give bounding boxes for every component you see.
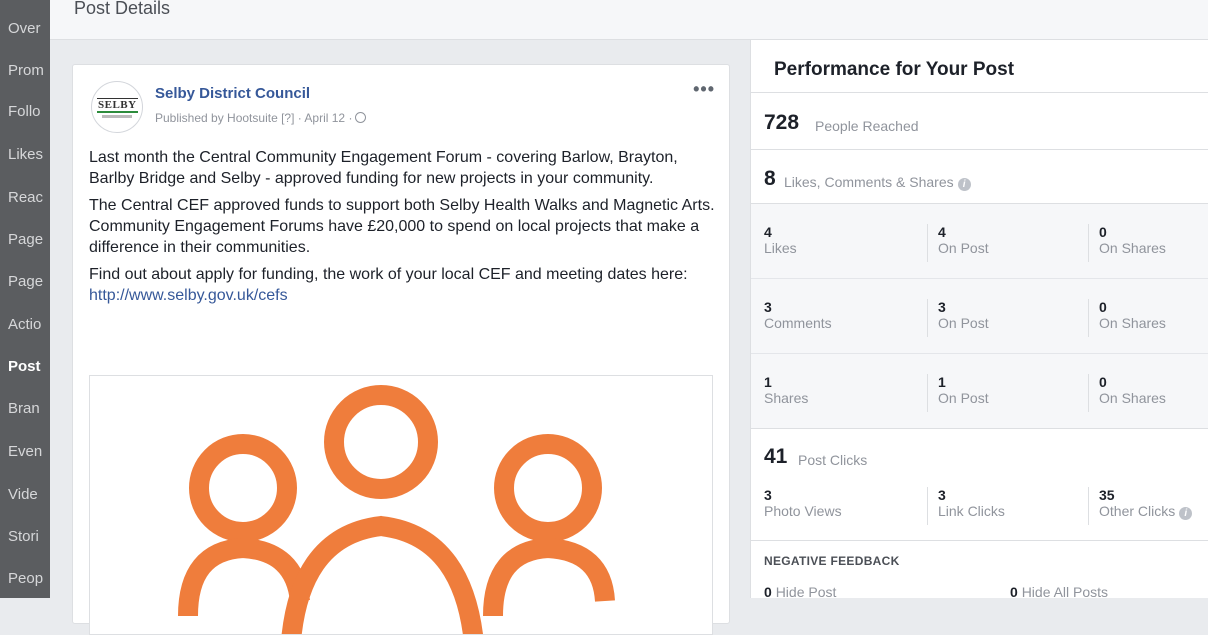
avatar-logo-text: SELBY [97, 98, 138, 113]
likes-total-value: 4 [764, 224, 772, 240]
globe-icon [355, 112, 367, 123]
shares-total-cell: 1 Shares [764, 374, 808, 407]
page-header: Post Details [50, 0, 1208, 40]
sidebar-item-posts[interactable]: Post [8, 358, 41, 375]
page-avatar[interactable]: SELBY [91, 81, 143, 133]
sidebar-item-promotions[interactable]: Prom [8, 62, 44, 79]
comments-on-post-cell: 3 On Post [927, 299, 989, 337]
post-link[interactable]: http://www.selby.gov.uk/cefs [89, 287, 288, 304]
sidebar-item-reach[interactable]: Reac [8, 189, 43, 206]
other-clicks-label-wrap: Other Clicks i [1099, 503, 1193, 520]
post-card: SELBY Selby District Council Published b… [72, 64, 730, 635]
engagement-value: 8 [764, 167, 776, 190]
more-options-button[interactable]: ••• [693, 79, 715, 100]
comments-on-post-label: On Post [938, 315, 989, 331]
link-clicks-label: Link Clicks [938, 503, 1005, 519]
photo-views-value: 3 [764, 487, 772, 503]
shares-on-post-value: 1 [938, 374, 946, 390]
sidebar-item-events[interactable]: Even [8, 443, 42, 460]
sidebar-item-actions[interactable]: Actio [8, 316, 41, 333]
person-head-right [494, 434, 602, 542]
person-head-center [324, 385, 438, 499]
likes-breakdown-row: 4 Likes 4 On Post 0 On Shares [751, 204, 1208, 279]
post-paragraph: Last month the Central Community Engagem… [89, 149, 678, 187]
comments-on-shares-cell: 0 On Shares [1088, 299, 1166, 337]
info-icon[interactable]: i [957, 178, 971, 191]
other-clicks-cell: 35 Other Clicks i [1088, 487, 1193, 525]
post-meta-text: Published by Hootsuite [?] · April 12 · [155, 111, 353, 125]
person-body-right [483, 537, 615, 617]
people-reached-label: People Reached [815, 118, 919, 134]
post-paragraph-text: Find out about apply for funding, the wo… [89, 266, 688, 283]
sidebar-item-people[interactable]: Peop [8, 570, 43, 587]
comments-total-label: Comments [764, 315, 832, 331]
other-clicks-value: 35 [1099, 487, 1115, 503]
shares-on-shares-label: On Shares [1099, 390, 1166, 406]
comments-on-post-value: 3 [938, 299, 946, 315]
info-icon[interactable]: i [1179, 507, 1193, 520]
sidebar-item-branded-content[interactable]: Bran [8, 400, 40, 417]
shares-on-post-cell: 1 On Post [927, 374, 989, 412]
engagement-row: 8 Likes, Comments & Shares i [751, 150, 1208, 204]
post-clicks-section: 41 Post Clicks 3 Photo Views 3 Link Clicks… [751, 429, 1208, 541]
shares-on-shares-value: 0 [1099, 374, 1107, 390]
link-clicks-cell: 3 Link Clicks [927, 487, 1005, 525]
engagement-label: Likes, Comments & Shares [784, 174, 954, 190]
photo-views-label: Photo Views [764, 503, 842, 519]
post-paragraph: The Central CEF approved funds to suppor… [89, 197, 715, 256]
people-reached-row: 728 People Reached [751, 94, 1208, 150]
post-body: Last month the Central Community Engagem… [89, 147, 719, 312]
post-clicks-label: Post Clicks [798, 452, 868, 468]
sidebar-item-page-previews[interactable]: Page [8, 273, 43, 290]
other-clicks-label: Other Clicks [1099, 503, 1176, 519]
link-clicks-value: 3 [938, 487, 946, 503]
sidebar-item-followers[interactable]: Follo [8, 103, 41, 120]
post-image[interactable] [89, 375, 713, 635]
comments-on-shares-value: 0 [1099, 299, 1107, 315]
post-paragraph: Find out about apply for funding, the wo… [89, 264, 719, 306]
likes-on-shares-label: On Shares [1099, 240, 1166, 256]
shares-breakdown-row: 1 Shares 1 On Post 0 On Shares [751, 354, 1208, 429]
performance-header: Performance for Your Post [751, 40, 1208, 93]
likes-on-post-cell: 4 On Post [927, 224, 989, 262]
negative-feedback-title: NEGATIVE FEEDBACK [764, 554, 900, 568]
avatar-logo-underline [102, 115, 132, 118]
likes-on-post-value: 4 [938, 224, 946, 240]
left-nav-sidebar: Over Prom Follo Likes Reac Page Page Act… [0, 0, 50, 598]
comments-total-cell: 3 Comments [764, 299, 832, 332]
likes-total-label: Likes [764, 240, 797, 256]
photo-views-cell: 3 Photo Views [764, 487, 842, 520]
shares-total-label: Shares [764, 390, 809, 406]
shares-total-value: 1 [764, 374, 772, 390]
comments-total-value: 3 [764, 299, 772, 315]
likes-total-cell: 4 Likes [764, 224, 797, 257]
page-name-link[interactable]: Selby District Council [155, 85, 310, 102]
community-people-graphic [178, 385, 615, 634]
performance-title: Performance for Your Post [774, 59, 1015, 80]
engagement-breakdown: 4 Likes 4 On Post 0 On Shares 3 Comments 3 On… [751, 204, 1208, 429]
person-head-left [189, 434, 297, 542]
likes-on-post-label: On Post [938, 240, 989, 256]
engagement-label-wrap: Likes, Comments & Shares i [784, 174, 971, 191]
post-clicks-value: 41 [764, 445, 788, 468]
comments-breakdown-row: 3 Comments 3 On Post 0 On Shares [751, 279, 1208, 354]
post-meta: Published by Hootsuite [?] · April 12 · [155, 111, 367, 125]
performance-panel: Performance for Your Post 728 People Rea… [750, 40, 1208, 600]
people-reached-value: 728 [764, 111, 800, 134]
sidebar-item-stories[interactable]: Stori [8, 528, 39, 545]
person-body-left [178, 537, 310, 617]
comments-on-shares-label: On Shares [1099, 315, 1166, 331]
sidebar-item-videos[interactable]: Vide [8, 486, 38, 503]
shares-on-post-label: On Post [938, 390, 989, 406]
person-body-center [281, 515, 483, 634]
sidebar-item-likes[interactable]: Likes [8, 146, 43, 163]
sidebar-item-page-views[interactable]: Page [8, 231, 43, 248]
likes-on-shares-value: 0 [1099, 224, 1107, 240]
sidebar-item-overview[interactable]: Over [8, 20, 41, 37]
page-title: Post Details [74, 0, 171, 18]
likes-on-shares-cell: 0 On Shares [1088, 224, 1166, 262]
shares-on-shares-cell: 0 On Shares [1088, 374, 1166, 412]
